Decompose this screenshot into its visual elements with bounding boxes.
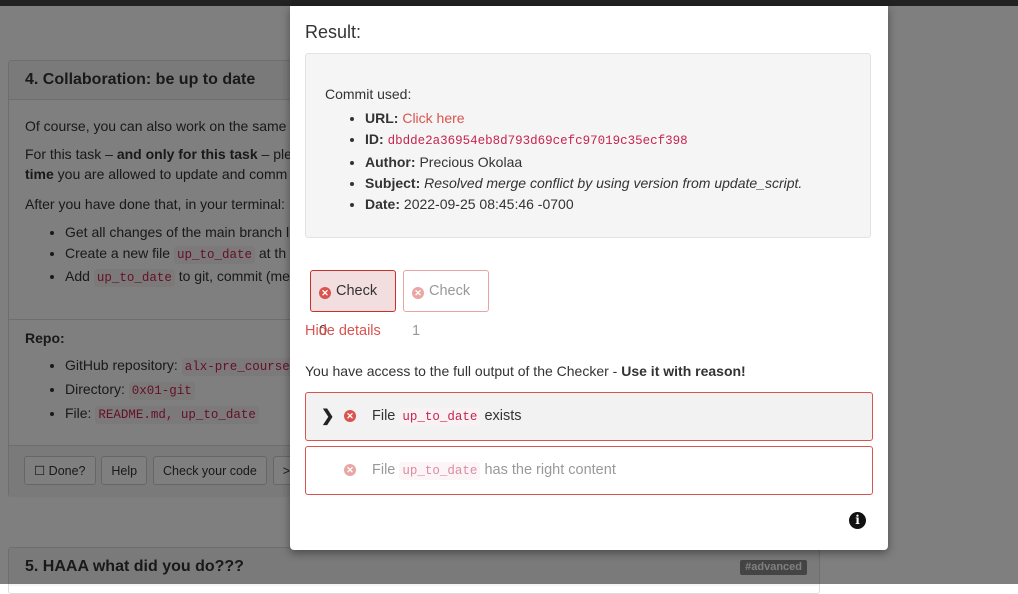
check-buttons: ✕ Check 0✕ Check 1 — [310, 270, 496, 339]
check-0-button[interactable]: ✕ Check 0 — [310, 270, 396, 339]
commit-info: Commit used: URL: Click here ID: dbdde2a… — [305, 53, 871, 238]
commit-url: URL: Click here — [365, 108, 851, 129]
x-circle-icon: ✕ — [344, 464, 356, 476]
check-result-row[interactable]: ❯ ✕ File up_to_date exists — [305, 392, 873, 441]
commit-id: ID: dbdde2a36954eb8d793d69cefc97019c35ec… — [365, 129, 851, 152]
chevron-right-icon[interactable]: ❯ — [321, 393, 334, 440]
commit-subject: Subject: Resolved merge conflict by usin… — [365, 173, 851, 194]
x-circle-icon: ✕ — [412, 287, 424, 299]
x-circle-icon: ✕ — [344, 410, 356, 422]
check-result-row[interactable]: ✕ File up_to_date has the right content — [305, 446, 873, 495]
hide-details-link[interactable]: Hide details — [305, 323, 381, 339]
info-icon[interactable]: i — [849, 512, 866, 529]
commit-author: Author: Precious Okolaa — [365, 152, 851, 173]
result-title: Result: — [305, 22, 362, 42]
x-circle-icon: ✕ — [319, 287, 331, 299]
access-notice: You have access to the full output of th… — [305, 363, 746, 379]
commit-date: Date: 2022-09-25 08:45:46 -0700 — [365, 194, 851, 215]
result-modal: Result: Commit used: URL: Click here ID:… — [290, 6, 888, 550]
check-1-button[interactable]: ✕ Check 1 — [403, 270, 489, 339]
commit-url-link[interactable]: Click here — [402, 110, 464, 126]
commit-label: Commit used: — [325, 86, 412, 102]
